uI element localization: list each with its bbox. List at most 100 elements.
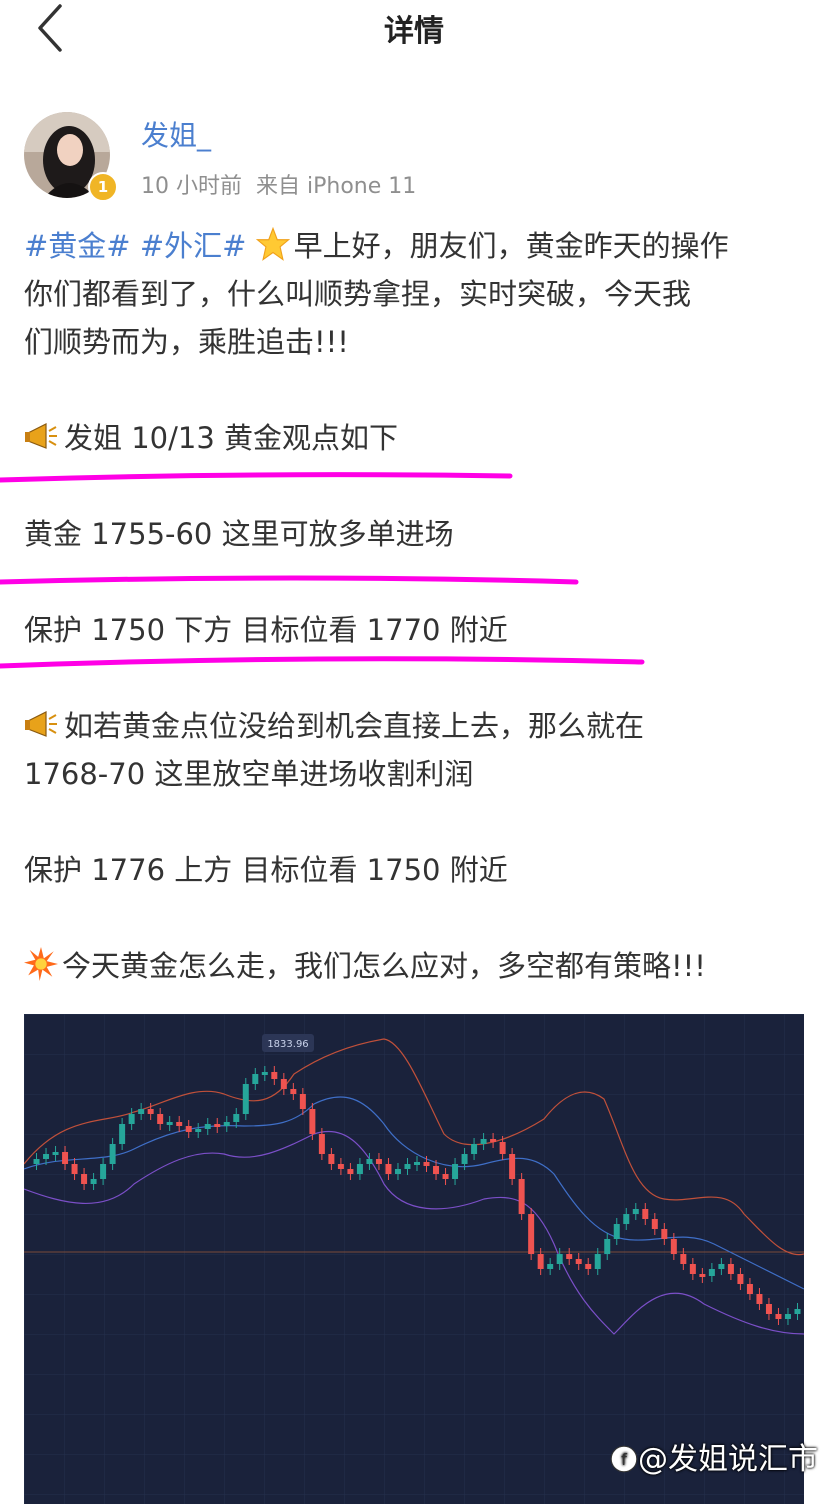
candle-body [784,1314,791,1319]
candle-body [414,1162,420,1165]
candle-body [490,1139,497,1142]
candle-body [661,1229,668,1239]
candle-body [794,1309,801,1314]
candle-body [585,1264,592,1269]
candle-body [727,1264,734,1274]
candle-body [718,1264,725,1269]
candle-body [651,1219,658,1229]
post-time: 10 小时前 [141,174,242,199]
megaphone-icon [24,707,60,755]
candle-body [147,1109,154,1114]
page-title: 详情 [384,14,444,49]
username[interactable]: 发姐_ [141,114,211,154]
candle-body [299,1094,306,1109]
candle-body [119,1124,126,1144]
post-intro-line-3: 们顺势而为，乘胜追击!!! [24,325,349,359]
post-source: 来自 iPhone 11 [256,174,417,199]
user-level-badge: 1 [88,172,118,202]
candle-body [337,1164,344,1169]
hashtag-gold[interactable]: #黄金# [24,229,131,263]
candle-body [62,1152,69,1164]
candle-body [575,1259,582,1264]
view-title-text: 发姐 10/13 黄金观点如下 [64,421,399,455]
candle-body [252,1074,259,1084]
candle-body [547,1264,554,1269]
candle-body [604,1239,611,1254]
candle-body [509,1154,516,1179]
long-protect-text: 保护 1750 下方 目标位看 1770 附近 [24,613,508,647]
candle-body [71,1164,78,1174]
candle-body [33,1159,40,1164]
glowing-star-icon [255,226,290,275]
candle-body [271,1072,278,1079]
candle-body [138,1109,145,1114]
candle-body [746,1284,753,1294]
candle-body [309,1109,316,1134]
candle-body [404,1164,411,1169]
watermark-text: @发姐说汇市 [638,1442,818,1477]
gold-price-chart-image[interactable]: 1833.96 [24,1014,804,1504]
watermark: f @发姐说汇市 [610,1434,818,1481]
candle-body [708,1269,715,1276]
long-entry-text: 黄金 1755-60 这里可放多单进场 [24,517,454,551]
candle-body [556,1254,563,1264]
candle-body [737,1274,744,1284]
candle-body [356,1164,363,1174]
candle-body [166,1122,173,1125]
candle-body [442,1174,449,1179]
candle-body [318,1134,325,1154]
candle-body [328,1154,335,1164]
collision-icon [24,947,58,995]
closing-text: 今天黄金怎么走，我们怎么应对，多空都有策略!!! [62,949,706,983]
weibo-logo-icon: f [610,1445,638,1481]
price-label: 1833.96 [267,1039,308,1050]
candle-body [518,1179,525,1214]
candle-body [90,1179,97,1184]
candle-body [375,1159,382,1164]
highlight-underline-1 [0,472,513,483]
candle-body [290,1089,297,1094]
candle-body [423,1162,430,1166]
candle-body [689,1264,696,1274]
candle-body [623,1214,630,1224]
post-meta: 10 小时前 来自 iPhone 11 [141,168,416,200]
candle-body [433,1166,440,1174]
candle-body [347,1169,354,1174]
candle-body [366,1159,373,1164]
candle-body [756,1294,763,1304]
alt-plan-text-1: 如若黄金点位没给到机会直接上去，那么就在 [64,709,645,743]
candle-body [195,1129,202,1132]
candle-body [280,1079,287,1089]
candle-body [642,1209,649,1219]
candle-body [632,1209,639,1214]
closing-line: 今天黄金怎么走，我们怎么应对，多空都有策略!!! [24,942,706,995]
candle-body [223,1122,230,1126]
alt-plan-line-2: 1768-70 这里放空单进场收割利润 [24,757,474,791]
candle-body [233,1114,240,1122]
candle-body [670,1239,677,1254]
candle-body [43,1154,50,1159]
intro-text-1: 早上好，朋友们，黄金昨天的操作 [293,229,729,263]
candle-body [109,1144,116,1164]
header: 详情 [0,0,828,60]
candle-body [699,1274,706,1277]
candle-body [528,1214,535,1254]
hashtag-forex[interactable]: #外汇# [140,229,247,263]
candle-body [157,1114,164,1124]
candle-body [81,1174,88,1184]
candle-body [185,1126,192,1132]
highlight-underline-3 [0,656,645,669]
candle-body [452,1164,459,1179]
post-intro-line-2: 你们都看到了，什么叫顺势拿捏，实时突破，今天我 [24,277,692,311]
candle-body [261,1072,268,1075]
candle-body [566,1254,573,1259]
candle-body [52,1152,59,1155]
candle-body [480,1139,487,1144]
candle-body [461,1154,468,1164]
candle-body [100,1164,107,1179]
candle-body [680,1254,687,1264]
highlight-underline-2 [0,575,579,585]
candle-body [128,1114,135,1124]
candle-body [537,1254,544,1269]
candle-body [394,1169,401,1174]
